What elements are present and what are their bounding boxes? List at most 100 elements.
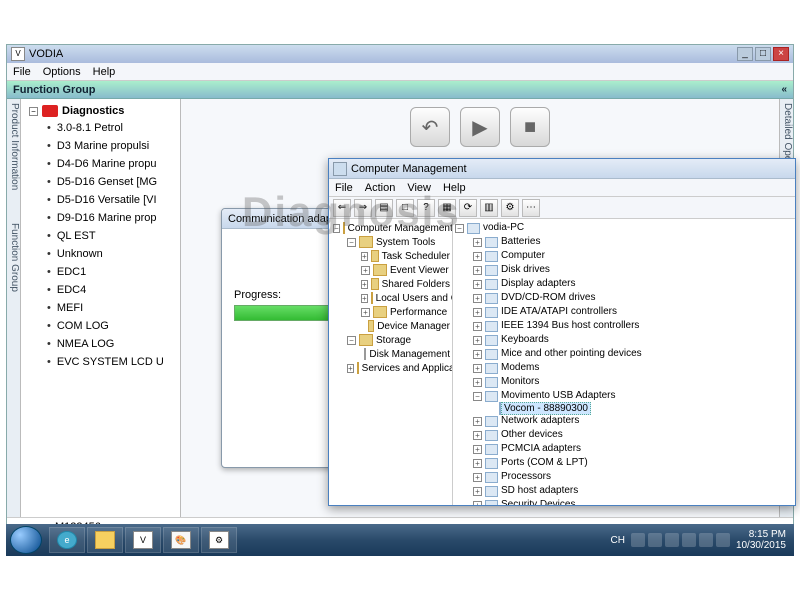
toolbar-back-icon[interactable]: ⇐ [333,199,351,217]
mmc-services-apps[interactable]: +Services and Applications [345,361,450,375]
tree-item[interactable]: D5-D16 Versatile [VI [47,191,176,209]
tree-item[interactable]: EDC1 [47,263,176,281]
tray-icon[interactable] [631,533,645,547]
expand-icon[interactable]: + [473,364,482,373]
device-root[interactable]: −vodia-PC [455,221,793,235]
side-tab-product-info[interactable]: Product Information [9,103,20,190]
tree-item[interactable]: COM LOG [47,317,176,335]
mmc-disk-mgmt[interactable]: Disk Management [359,347,450,361]
device-item[interactable]: +Batteries [469,235,793,249]
expand-icon[interactable]: + [473,252,482,261]
expand-icon[interactable]: + [473,294,482,303]
play-button[interactable]: ▶ [460,107,500,147]
expand-icon[interactable]: − [29,107,38,116]
back-button[interactable]: ↶ [410,107,450,147]
device-item[interactable]: +Network adapters [469,414,793,428]
tray-icon[interactable] [665,533,679,547]
fg-collapse-icon[interactable]: « [781,84,787,95]
toolbar-more-icon[interactable]: ⋯ [522,199,540,217]
mmc-event-viewer[interactable]: +Event Viewer [359,263,450,277]
taskbar-explorer[interactable] [87,527,123,553]
mmc-device-manager[interactable]: Device Manager [359,319,450,333]
mmc-shared-folders[interactable]: +Shared Folders [359,277,450,291]
device-item[interactable]: +IEEE 1394 Bus host controllers [469,319,793,333]
side-tab-left[interactable]: Product Information Function Group [7,99,21,535]
toolbar-forward-icon[interactable]: ⇒ [354,199,372,217]
mmc-menu-file[interactable]: File [335,182,353,194]
expand-icon[interactable]: + [347,364,354,373]
expand-icon[interactable]: + [473,378,482,387]
expand-icon[interactable]: + [473,322,482,331]
device-item[interactable]: +Display adapters [469,277,793,291]
tree-root-diagnostics[interactable]: − Diagnostics [25,103,176,119]
close-button[interactable]: × [773,47,789,61]
expand-icon[interactable]: + [361,266,370,275]
expand-icon[interactable]: + [361,308,370,317]
menu-help[interactable]: Help [93,66,116,78]
expand-icon[interactable]: − [347,336,356,345]
toolbar-properties-icon[interactable]: ⚙ [501,199,519,217]
minimize-button[interactable]: _ [737,47,753,61]
toolbar-up-icon[interactable]: ▤ [375,199,393,217]
tree-item[interactable]: EVC SYSTEM LCD U [47,353,176,371]
tray-icon[interactable] [716,533,730,547]
mmc-task-scheduler[interactable]: +Task Scheduler [359,249,450,263]
start-button[interactable] [10,526,42,554]
lang-indicator[interactable]: CH [610,535,624,546]
toolbar-export-icon[interactable]: ▥ [480,199,498,217]
expand-icon[interactable]: + [473,501,482,506]
tree-item[interactable]: MEFI [47,299,176,317]
toolbar-view-icon[interactable]: ▦ [438,199,456,217]
device-item[interactable]: +Ports (COM & LPT) [469,456,793,470]
mmc-performance[interactable]: +Performance [359,305,450,319]
tree-item[interactable]: Unknown [47,245,176,263]
tree-item[interactable]: EDC4 [47,281,176,299]
device-movimento[interactable]: −Movimento USB Adapters [469,389,793,403]
clock[interactable]: 8:15 PM 10/30/2015 [736,529,790,551]
expand-icon[interactable]: + [473,487,482,496]
expand-icon[interactable]: + [473,431,482,440]
device-item[interactable]: +Monitors [469,375,793,389]
tree-item[interactable]: D9-D16 Marine prop [47,209,176,227]
expand-icon[interactable]: + [473,266,482,275]
vodia-titlebar[interactable]: V VODIA _ □ × [7,45,793,63]
device-item[interactable]: +PCMCIA adapters [469,442,793,456]
device-item[interactable]: +Modems [469,361,793,375]
device-item[interactable]: +Security Devices [469,498,793,505]
taskbar-ie[interactable]: e [49,527,85,553]
expand-icon[interactable]: − [473,392,482,401]
expand-icon[interactable]: + [361,252,368,261]
mmc-menu-help[interactable]: Help [443,182,466,194]
tree-item[interactable]: NMEA LOG [47,335,176,353]
toolbar-help-icon[interactable]: ? [417,199,435,217]
expand-icon[interactable]: + [473,445,482,454]
mmc-titlebar[interactable]: Computer Management [329,159,795,179]
expand-icon[interactable]: + [473,238,482,247]
device-item[interactable]: +Disk drives [469,263,793,277]
expand-icon[interactable]: + [361,280,368,289]
expand-icon[interactable]: − [347,238,356,247]
toolbar-show-icon[interactable]: □ [396,199,414,217]
expand-icon[interactable]: − [455,224,464,233]
device-item[interactable]: +Keyboards [469,333,793,347]
taskbar-vodia[interactable]: V [125,527,161,553]
device-item[interactable]: +Other devices [469,428,793,442]
expand-icon[interactable]: + [473,473,482,482]
toolbar-refresh-icon[interactable]: ⟳ [459,199,477,217]
device-item[interactable]: +Processors [469,470,793,484]
expand-icon[interactable]: + [473,350,482,359]
expand-icon[interactable]: + [473,459,482,468]
taskbar-mmc[interactable]: ⚙ [201,527,237,553]
expand-icon[interactable]: − [333,224,340,233]
mmc-system-tools[interactable]: −System Tools [345,235,450,249]
mmc-root[interactable]: − Computer Management (Local [331,221,450,235]
mmc-storage[interactable]: −Storage [345,333,450,347]
mmc-menu-action[interactable]: Action [365,182,396,194]
maximize-button[interactable]: □ [755,47,771,61]
device-item[interactable]: +SD host adapters [469,484,793,498]
tree-item[interactable]: QL EST [47,227,176,245]
tree-item[interactable]: D5-D16 Genset [MG [47,173,176,191]
device-item[interactable]: +IDE ATA/ATAPI controllers [469,305,793,319]
tray-icon[interactable] [699,533,713,547]
mmc-local-users[interactable]: +Local Users and Groups [359,291,450,305]
